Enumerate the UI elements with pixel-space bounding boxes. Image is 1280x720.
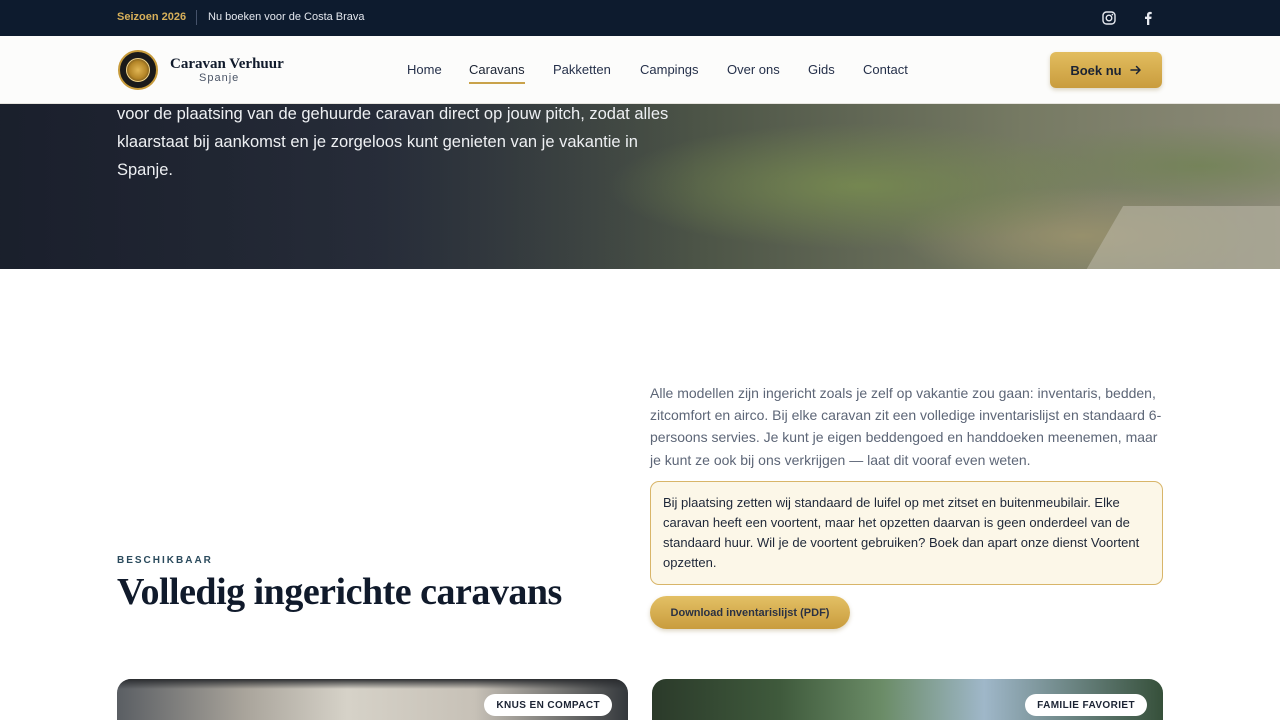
facebook-icon[interactable] xyxy=(1139,9,1157,27)
section-intro: Alle modellen zijn ingericht zoals je ze… xyxy=(650,385,1162,468)
nav-gids[interactable]: Gids xyxy=(808,62,835,77)
season-label: Seizoen 2026 xyxy=(117,11,187,23)
section-title: Volledig ingerichte caravans xyxy=(117,571,562,613)
nav-pakketten[interactable]: Pakketten xyxy=(553,62,611,77)
book-now-button[interactable]: Boek nu xyxy=(1050,52,1162,88)
notice-text: Bij plaatsing zetten wij standaard de lu… xyxy=(663,495,1140,570)
logo-icon[interactable] xyxy=(118,50,158,90)
card-badge: FAMILIE FAVORIET xyxy=(1025,694,1147,716)
brand-name[interactable]: Caravan Verhuur xyxy=(170,56,284,73)
announcement-bar: Seizoen 2026 Nu boeken voor de Costa Bra… xyxy=(0,0,1280,36)
card-photo xyxy=(117,679,628,689)
nav-contact[interactable]: Contact xyxy=(863,62,908,77)
nav-campings[interactable]: Campings xyxy=(640,62,699,77)
nav-home[interactable]: Home xyxy=(407,62,442,77)
hero-text: voor de plaatsing van de gehuurde carava… xyxy=(117,105,669,179)
arrow-right-icon xyxy=(1129,65,1141,75)
promo-text: Nu boeken voor de Costa Brava xyxy=(208,11,365,23)
notice-box: Bij plaatsing zetten wij standaard de lu… xyxy=(650,481,1163,585)
book-now-label: Boek nu xyxy=(1070,62,1122,78)
nav-caravans[interactable]: Caravans xyxy=(469,62,525,84)
card-badge: KNUS EN COMPACT xyxy=(484,694,612,716)
hero-path xyxy=(1076,206,1280,269)
logo-emblem xyxy=(126,58,150,82)
nav-over-ons[interactable]: Over ons xyxy=(727,62,780,77)
download-inventory-button[interactable]: Download inventarislijst (PDF) xyxy=(650,596,850,629)
caravan-card[interactable]: FAMILIE FAVORIET xyxy=(652,679,1163,720)
site-header: Caravan Verhuur Spanje Home Caravans Pak… xyxy=(0,36,1280,104)
section-eyebrow: BESCHIKBAAR xyxy=(117,555,213,566)
caravan-card[interactable]: KNUS EN COMPACT xyxy=(117,679,628,720)
divider xyxy=(196,10,197,25)
instagram-icon[interactable] xyxy=(1100,9,1118,27)
brand-subtitle: Spanje xyxy=(199,72,240,84)
